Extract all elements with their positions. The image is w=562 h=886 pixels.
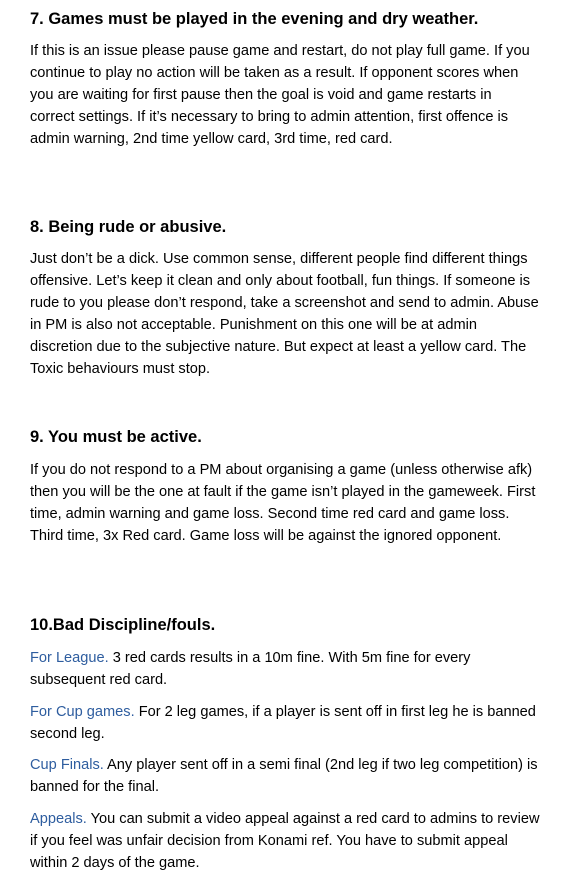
section-7-heading: 7. Games must be played in the evening a… bbox=[30, 10, 479, 28]
section-7-body: If this is an issue please pause game an… bbox=[30, 43, 530, 147]
cup-finals-rule: Cup Finals. Any player sent off in a sem… bbox=[30, 754, 540, 798]
appeals-text: You can submit a video appeal against a … bbox=[30, 811, 540, 871]
league-rule: For League. 3 red cards results in a 10m… bbox=[30, 647, 540, 691]
appeals-rule: Appeals. You can submit a video appeal a… bbox=[30, 808, 540, 874]
league-label: For League. bbox=[30, 650, 109, 666]
cup-games-label: For Cup games. bbox=[30, 704, 135, 720]
section-9-heading: 9. You must be active. bbox=[30, 428, 202, 446]
cup-games-rule: For Cup games. For 2 leg games, if a pla… bbox=[30, 701, 540, 745]
section-8-body: Just don’t be a dick. Use common sense, … bbox=[30, 251, 539, 377]
section-10-heading: 10.Bad Discipline/fouls. bbox=[30, 616, 216, 634]
cup-finals-label: Cup Finals. bbox=[30, 757, 104, 773]
appeals-label: Appeals. bbox=[30, 811, 87, 827]
section-8-heading: 8. Being rude or abusive. bbox=[30, 218, 227, 236]
section-9-body: If you do not respond to a PM about orga… bbox=[30, 462, 536, 544]
cup-finals-text: Any player sent off in a semi final (2nd… bbox=[30, 757, 538, 795]
